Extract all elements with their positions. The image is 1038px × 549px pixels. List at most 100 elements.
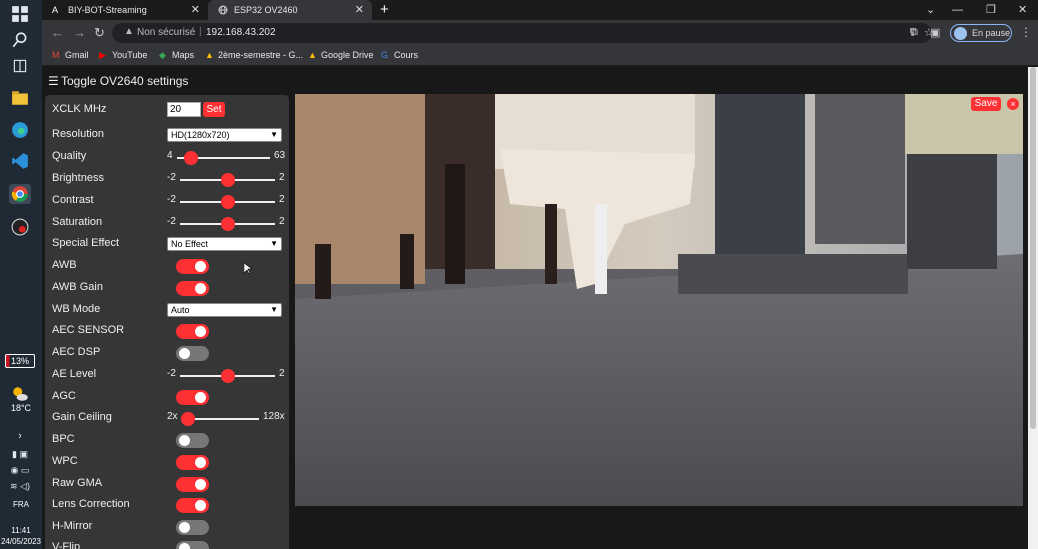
edge-icon[interactable]: [9, 120, 31, 140]
wb-mode-select[interactable]: Auto ▼: [167, 303, 282, 317]
warning-icon[interactable]: ▲: [124, 26, 134, 37]
close-stream-button[interactable]: ×: [1007, 98, 1019, 110]
h-mirror-label: H-Mirror: [52, 520, 93, 532]
windows-start-icon[interactable]: [9, 4, 31, 24]
chevron-down-icon: ▼: [270, 239, 278, 248]
quality-slider[interactable]: 4 63: [167, 148, 285, 166]
lens-correction-toggle[interactable]: [176, 498, 209, 513]
bookmark-maps[interactable]: ◆ Maps: [159, 50, 194, 60]
awb-toggle[interactable]: [176, 259, 209, 274]
slider-handle[interactable]: [181, 412, 195, 426]
h-mirror-row: H-Mirror: [52, 517, 284, 537]
brightness-slider[interactable]: -2 2: [167, 170, 285, 188]
special-effect-value: No Effect: [171, 239, 208, 249]
slider-min-label: -2: [167, 194, 176, 205]
security-status[interactable]: Non sécurisé: [137, 27, 195, 38]
raw-gma-toggle[interactable]: [176, 477, 209, 492]
close-tab-icon[interactable]: ✕: [191, 0, 200, 20]
task-view-icon[interactable]: [9, 56, 31, 76]
menu-kebab-icon[interactable]: ⋮: [1020, 25, 1032, 39]
slider-handle[interactable]: [220, 217, 235, 231]
forward-icon[interactable]: →: [73, 25, 86, 40]
back-icon[interactable]: ←: [51, 25, 64, 40]
ae-level-slider[interactable]: -2 2: [167, 366, 285, 384]
youtube-icon: ▶: [99, 50, 106, 60]
resolution-select[interactable]: HD(1280x720) ▼: [167, 128, 282, 142]
resolution-label: Resolution: [52, 128, 104, 140]
gain-ceiling-slider[interactable]: 2x 128x: [167, 409, 285, 427]
special-effect-row: Special Effect No Effect ▼: [52, 234, 284, 254]
globe-icon: [218, 5, 228, 15]
tab-label: ESP32 OV2460: [234, 5, 298, 15]
language-indicator[interactable]: FRA: [4, 500, 38, 509]
clock[interactable]: 11:41 24/05/2023: [0, 525, 42, 547]
slider-min-label: -2: [167, 368, 176, 379]
save-button[interactable]: Save: [971, 97, 1001, 111]
address-bar[interactable]: ▲ Non sécurisé | 192.168.43.202 ⇪ ☆: [112, 23, 934, 43]
page-scrollbar[interactable]: [1028, 67, 1038, 549]
tab-esp32-ov2460[interactable]: ESP32 OV2460 ✕: [208, 0, 372, 20]
bookmark-youtube[interactable]: ▶ YouTube: [99, 50, 147, 60]
extensions-icon[interactable]: ⧉: [910, 26, 918, 39]
search-icon[interactable]: [9, 30, 31, 50]
slider-max-label: 2: [279, 368, 285, 379]
weather-icon[interactable]: [9, 384, 31, 404]
saturation-label: Saturation: [52, 216, 103, 228]
toggle-settings-menu[interactable]: ☰ Toggle OV2640 settings: [48, 74, 188, 88]
slider-min-label: -2: [167, 172, 176, 183]
raw-gma-row: Raw GMA: [52, 474, 284, 494]
toggle-knob: [179, 435, 190, 446]
tab-biy-bot-streaming[interactable]: A BIY-BOT-Streaming ✕: [42, 0, 208, 20]
slider-handle[interactable]: [220, 173, 235, 187]
scrollbar-thumb[interactable]: [1030, 67, 1036, 429]
aec-dsp-toggle[interactable]: [176, 346, 209, 361]
reload-icon[interactable]: ↻: [94, 25, 105, 41]
v-flip-toggle[interactable]: [176, 541, 209, 549]
awb-gain-label: AWB Gain: [52, 281, 103, 293]
chrome-icon[interactable]: [9, 184, 31, 204]
toggle-knob: [195, 283, 206, 294]
windows-taskbar: 13% 18°C › ▮ ▣ ◉ ▭ ≋ ◁) FRA 11:41 24/05/…: [0, 0, 42, 549]
minimize-icon[interactable]: —: [952, 0, 963, 20]
awb-gain-toggle[interactable]: [176, 281, 209, 296]
slider-handle[interactable]: [220, 369, 235, 383]
toggle-knob: [195, 500, 206, 511]
set-button[interactable]: Set: [203, 102, 225, 117]
tab-search-chevron-icon[interactable]: ⌄: [926, 0, 935, 20]
url-text[interactable]: 192.168.43.202: [206, 27, 276, 38]
bookmark-google-drive[interactable]: ▲ Google Drive: [308, 50, 374, 60]
agc-toggle[interactable]: [176, 390, 209, 405]
close-window-icon[interactable]: ✕: [1018, 0, 1027, 20]
bookmark-semestre[interactable]: ▲ 2ème-semestre - G...: [205, 50, 303, 60]
app-icon[interactable]: [9, 217, 31, 237]
wpc-toggle[interactable]: [176, 455, 209, 470]
brightness-label: Brightness: [52, 172, 104, 184]
aec-sensor-toggle[interactable]: [176, 324, 209, 339]
slider-handle[interactable]: [220, 195, 235, 209]
profile-button[interactable]: En pause: [950, 24, 1012, 42]
avatar: [954, 27, 967, 40]
bpc-toggle[interactable]: [176, 433, 209, 448]
wifi-volume-icon[interactable]: ≋ ◁): [9, 476, 31, 496]
vscode-icon[interactable]: [9, 151, 31, 171]
close-tab-icon[interactable]: ✕: [355, 0, 364, 20]
contrast-slider[interactable]: -2 2: [167, 192, 285, 210]
xclk-input[interactable]: 20: [167, 102, 201, 117]
restore-icon[interactable]: ❐: [986, 0, 996, 20]
camera-stream-image[interactable]: Save ×: [295, 94, 1023, 506]
file-explorer-icon[interactable]: [9, 88, 31, 108]
gain-ceiling-row: Gain Ceiling 2x 128x: [52, 408, 285, 428]
bookmark-gmail[interactable]: M Gmail: [52, 50, 89, 60]
new-tab-button[interactable]: +: [380, 0, 389, 20]
slider-max-label: 128x: [263, 411, 285, 422]
tab-favicon-a-icon: A: [52, 5, 59, 15]
slider-handle[interactable]: [184, 151, 199, 165]
slider-max-label: 63: [274, 150, 286, 161]
battery-indicator[interactable]: 13%: [5, 354, 35, 368]
special-effect-select[interactable]: No Effect ▼: [167, 237, 282, 251]
saturation-slider[interactable]: -2 2: [167, 214, 285, 232]
side-panel-icon[interactable]: ▣: [930, 26, 940, 39]
bookmark-cours[interactable]: G Cours: [381, 50, 418, 60]
chevron-up-icon[interactable]: ›: [9, 426, 31, 446]
h-mirror-toggle[interactable]: [176, 520, 209, 535]
